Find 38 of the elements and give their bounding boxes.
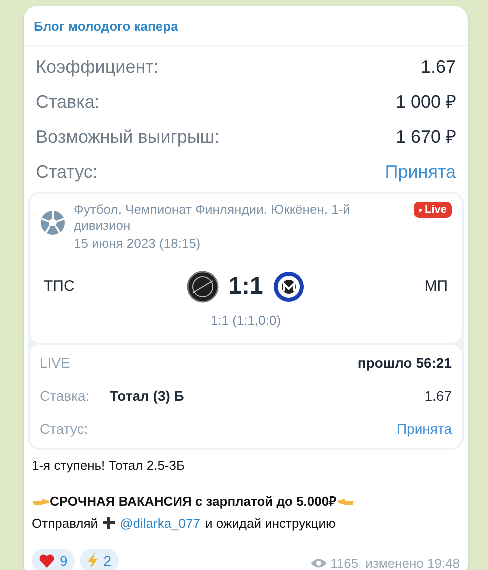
summary-value: 1.67: [420, 56, 456, 79]
summary-label: Коэффициент:: [36, 56, 159, 79]
live-label: LIVE: [40, 354, 70, 372]
stake-value: Тотал (3) Б: [110, 386, 186, 406]
reaction-button[interactable]: 2: [80, 549, 119, 570]
match-date: 15 июня 2023 (18:15): [74, 235, 202, 253]
plus-icon: [103, 517, 116, 530]
edited-time: изменено 19:48: [366, 554, 460, 570]
league-name: Футбол. Чемпионат Финляндии. Юккёнен. 1-й дивизион: [74, 202, 352, 234]
view-count: 1165: [330, 554, 359, 570]
away-team: МП: [424, 276, 448, 297]
heart-icon: [39, 554, 55, 568]
elapsed-time: прошло 56:21: [358, 354, 452, 373]
status-value: Принята: [396, 420, 452, 439]
channel-name[interactable]: Блог молодого капера: [34, 19, 178, 34]
ball-icon: [40, 210, 66, 236]
live-label: Live: [424, 202, 447, 218]
status-label: Статус:: [40, 420, 88, 439]
headline-text: СРОЧНАЯ ВАКАНСИЯ с зарплатой до 5.000₽: [50, 493, 338, 511]
score-detail: 1:1 (1:1,0:0): [210, 312, 282, 330]
summary-label: Статус:: [36, 161, 98, 184]
summary-label: Возможный выигрыш:: [36, 126, 220, 149]
away-logo-icon: [273, 271, 306, 303]
message-text: Отправляй: [32, 514, 98, 533]
summary-value: 1 670 ₽: [396, 126, 456, 149]
odds-value: 1.67: [424, 386, 452, 406]
message-text: и ожидай инструкцию: [205, 514, 336, 533]
mention-link[interactable]: @dilarka_077: [120, 514, 200, 533]
home-logo-icon: [186, 271, 219, 303]
message-text: 1-я ступень! Тотал 2.5-3Б: [32, 458, 186, 472]
status-value: Принята: [385, 161, 456, 184]
stake-label: Ставка:: [40, 386, 91, 406]
home-team: ТПС: [44, 276, 76, 297]
score: 1:1: [228, 272, 264, 302]
summary-value: 1 000 ₽: [396, 91, 456, 114]
reaction-button[interactable]: 9: [32, 549, 75, 570]
lightning-icon: [86, 553, 99, 569]
summary-label: Ставка:: [36, 91, 100, 114]
